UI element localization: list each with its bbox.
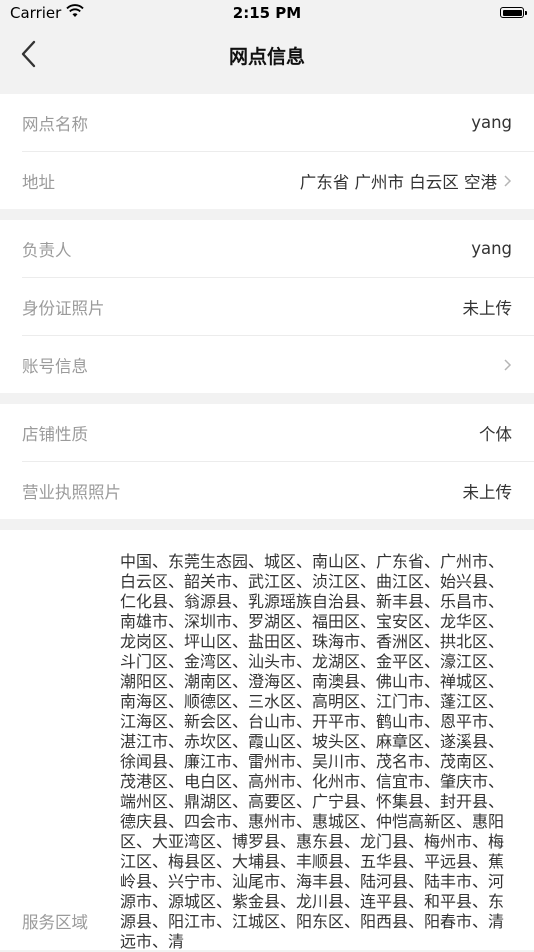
- address-value: 广东省 广州市 白云区 空港: [299, 172, 497, 192]
- page-title: 网点信息: [228, 46, 305, 68]
- status-bar: Carrier 2:15 PM: [0, 0, 534, 28]
- basic-info-group: 网点名称 yang 地址 广东省 广州市 白云区 空港: [0, 94, 534, 209]
- status-time: 2:15 PM: [232, 4, 302, 22]
- id-photo-value: 未上传: [462, 298, 513, 318]
- service-area-text: 中国、东莞生态园、城区、南山区、广东省、广州市、白云区、韶关市、武江区、浈江区、…: [120, 552, 505, 951]
- address-row[interactable]: 地址 广东省 广州市 白云区 空港: [22, 152, 534, 209]
- account-info-value-wrap: [497, 358, 512, 372]
- store-type-row: 店铺性质 个体: [22, 404, 534, 462]
- license-photo-row[interactable]: 营业执照照片 未上传: [22, 462, 534, 519]
- nav-bar: 网点信息: [0, 28, 534, 92]
- outlet-name-value: yang: [471, 113, 512, 132]
- outlet-name-row: 网点名称 yang: [22, 94, 534, 152]
- license-photo-label: 营业执照照片: [22, 482, 121, 502]
- principal-label: 负责人: [22, 240, 72, 260]
- service-area-group: 服务区域 中国、东莞生态园、城区、南山区、广东省、广州市、白云区、韶关市、武江区…: [0, 530, 534, 951]
- outlet-name-label: 网点名称: [22, 114, 88, 134]
- account-info-label: 账号信息: [22, 356, 88, 376]
- owner-group: 负责人 yang 身份证照片 未上传 账号信息: [0, 220, 534, 393]
- address-value-wrap: 广东省 广州市 白云区 空港: [300, 169, 512, 193]
- account-info-row[interactable]: 账号信息: [22, 336, 534, 393]
- store-type-value: 个体: [479, 424, 512, 444]
- principal-row: 负责人 yang: [22, 220, 534, 278]
- chevron-right-icon: [504, 174, 512, 187]
- service-area-label: 服务区域: [22, 913, 88, 932]
- battery-icon: [500, 7, 527, 18]
- address-label: 地址: [22, 172, 55, 192]
- store-group: 店铺性质 个体 营业执照照片 未上传: [0, 404, 534, 519]
- principal-value: yang: [471, 239, 512, 258]
- id-photo-label: 身份证照片: [22, 298, 105, 318]
- store-type-label: 店铺性质: [22, 424, 88, 444]
- id-photo-row[interactable]: 身份证照片 未上传: [22, 278, 534, 336]
- license-photo-value: 未上传: [462, 482, 513, 502]
- chevron-right-icon: [504, 358, 512, 371]
